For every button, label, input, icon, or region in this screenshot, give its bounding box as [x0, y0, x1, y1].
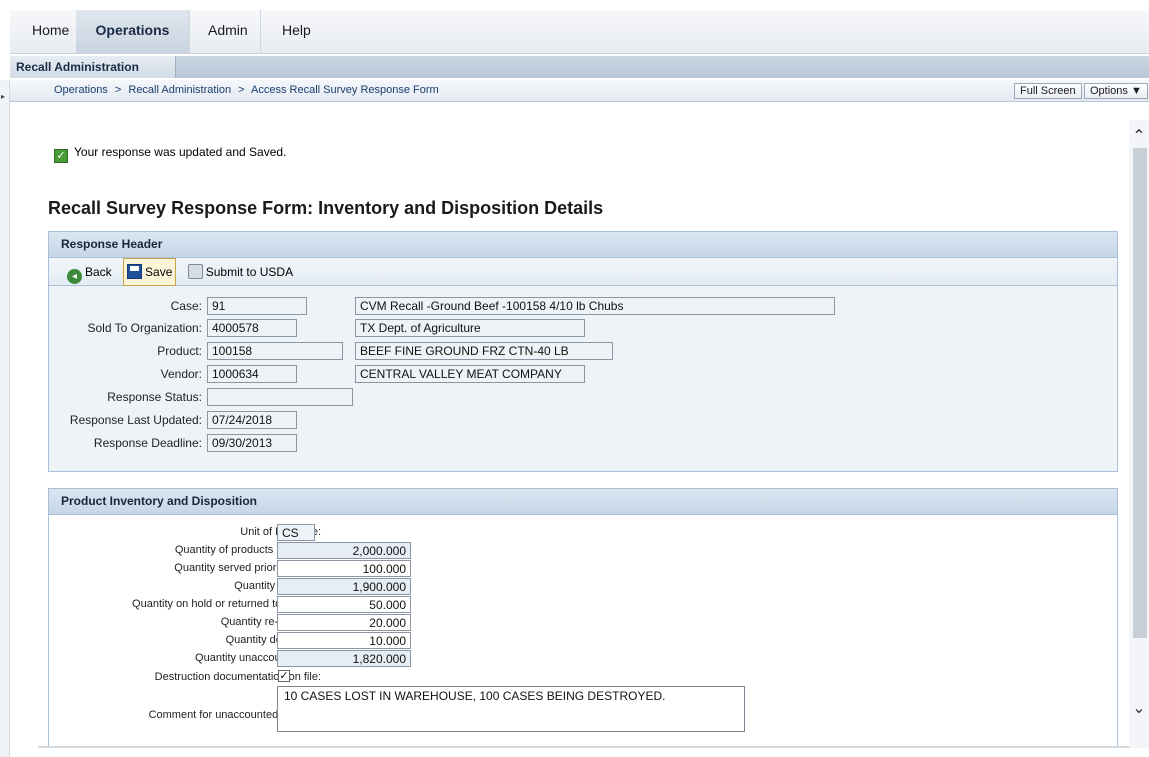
save-label: Save [145, 265, 173, 279]
sub-navigation: Recall Administration [10, 56, 1149, 78]
success-message-text: Your response was updated and Saved. [74, 145, 287, 159]
bottom-divider [38, 746, 1129, 748]
main-content: ✓ Your response was updated and Saved. Re… [38, 104, 1129, 748]
vendor-description-field: CENTRAL VALLEY MEAT COMPANY [355, 365, 585, 383]
sold-to-label: Sold To Organization: [87, 321, 202, 335]
inventory-title: Product Inventory and Disposition [49, 489, 1117, 515]
case-description-field: CVM Recall -Ground Beef -100158 4/10 lb … [355, 297, 835, 315]
destruction-documentation-checkbox[interactable]: ✓ [278, 670, 290, 682]
vendor-field: 1000634 [207, 365, 297, 383]
breadcrumb-separator: > [114, 84, 122, 96]
breadcrumb-item-operations[interactable]: Operations [54, 84, 108, 96]
submit-icon [187, 264, 203, 279]
response-toolbar: ◂ Back Save Submit to USDA [49, 258, 1117, 286]
page-title: Recall Survey Response Form: Inventory a… [48, 198, 604, 218]
response-deadline-label: Response Deadline: [93, 436, 202, 450]
tab-help[interactable]: Help [270, 10, 323, 54]
unit-of-measure-field: CS [277, 524, 315, 541]
qty-destroyed-input[interactable]: 10.000 [277, 632, 411, 649]
submit-label: Submit to USDA [205, 265, 294, 279]
response-deadline-field: 09/30/2013 [207, 434, 297, 452]
breadcrumb-item-recall-administration[interactable]: Recall Administration [128, 84, 231, 96]
product-description-field: BEEF FINE GROUND FRZ CTN-40 LB [355, 342, 613, 360]
top-navigation: Home Operations Admin Help [10, 10, 1149, 54]
subtab-recall-administration[interactable]: Recall Administration [10, 56, 176, 78]
collapse-strip[interactable]: ▸ [0, 80, 10, 757]
case-field: 91 [207, 297, 307, 315]
response-header-panel: Response Header ◂ Back Save Submit to USD… [48, 231, 1118, 472]
sold-to-field: 4000578 [207, 319, 297, 337]
qty-on-hold-input[interactable]: 50.000 [277, 596, 411, 613]
back-arrow-icon: ◂ [67, 269, 82, 284]
response-status-field [207, 388, 353, 406]
breadcrumb-bar: Operations > Recall Administration > Acc… [10, 80, 1149, 102]
vendor-label: Vendor: [160, 367, 202, 381]
options-button[interactable]: Options ▼ [1084, 83, 1148, 99]
response-status-label: Response Status: [107, 390, 202, 404]
scroll-down-icon[interactable]: ⌄ [1129, 698, 1149, 718]
breadcrumb: Operations > Recall Administration > Acc… [54, 84, 443, 96]
sold-to-description-field: TX Dept. of Agriculture [355, 319, 585, 337]
scrollbar-thumb[interactable] [1133, 148, 1147, 638]
scroll-up-icon[interactable]: ⌃ [1129, 126, 1149, 146]
back-button[interactable]: ◂ Back [67, 259, 112, 285]
expand-arrow-icon[interactable]: ▸ [1, 92, 5, 101]
inventory-panel: Product Inventory and Disposition Unit o… [48, 488, 1118, 748]
case-label: Case: [170, 299, 202, 313]
vertical-scrollbar[interactable]: ⌃ ⌄ [1129, 120, 1149, 748]
floppy-disk-icon [127, 264, 143, 279]
tab-admin[interactable]: Admin [196, 10, 261, 54]
comment-textarea[interactable]: 10 CASES LOST IN WAREHOUSE, 100 CASES BE… [277, 686, 745, 732]
back-label: Back [85, 265, 112, 279]
response-last-updated-field: 07/24/2018 [207, 411, 297, 429]
response-header-title: Response Header [49, 232, 1117, 258]
success-check-icon: ✓ [54, 149, 68, 163]
success-message: ✓ Your response was updated and Saved. [54, 145, 286, 163]
response-last-updated-label: Response Last Updated: [69, 413, 202, 427]
qty-on-hand-field: 1,900.000 [277, 578, 411, 595]
product-field: 100158 [207, 342, 343, 360]
full-screen-button[interactable]: Full Screen [1014, 83, 1082, 99]
qty-re-donated-input[interactable]: 20.000 [277, 614, 411, 631]
breadcrumb-item-current: Access Recall Survey Response Form [251, 84, 439, 96]
submit-to-usda-button[interactable]: Submit to USDA [187, 259, 294, 285]
qty-received-field: 2,000.000 [277, 542, 411, 559]
breadcrumb-separator: > [238, 84, 245, 96]
tab-operations[interactable]: Operations [76, 10, 190, 54]
product-label: Product: [157, 344, 202, 358]
qty-unaccounted-field: 1,820.000 [277, 650, 411, 667]
qty-served-input[interactable]: 100.000 [277, 560, 411, 577]
save-button[interactable]: Save [123, 258, 177, 286]
tab-home[interactable]: Home [20, 10, 83, 54]
